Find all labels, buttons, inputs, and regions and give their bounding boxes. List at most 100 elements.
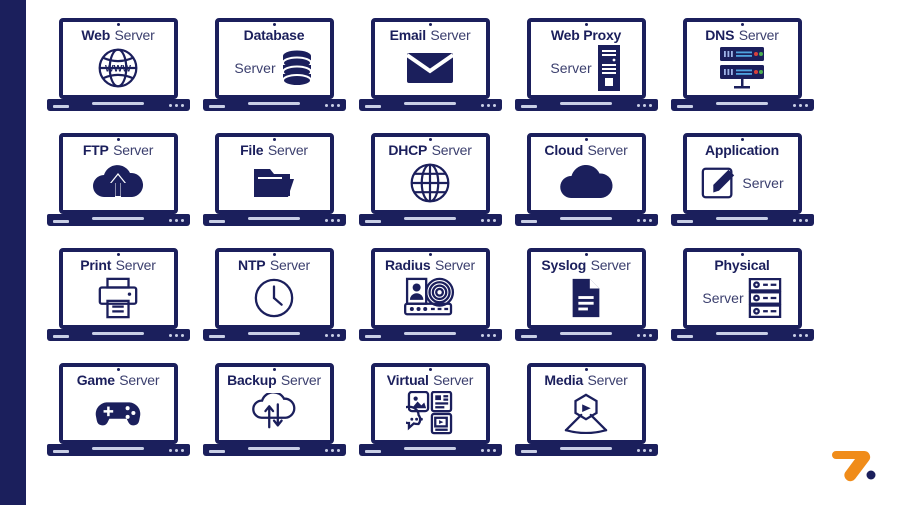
server-tower-icon	[596, 44, 622, 91]
cloud-sync-icon	[225, 390, 324, 436]
laptop-screen: FTP Server	[58, 133, 178, 214]
card-title-plain: Server	[114, 27, 155, 43]
card-title-bold: Physical	[714, 257, 770, 273]
laptop-base	[46, 329, 190, 341]
base-indicator-dots	[636, 219, 652, 222]
card-dhcp-server[interactable]: DHCP Server	[352, 133, 508, 238]
base-left-tab	[520, 335, 537, 338]
card-database-server[interactable]: Database Server	[196, 18, 352, 123]
card-ntp-server[interactable]: NTP Server	[196, 248, 352, 353]
card-title-bold: Syslog	[541, 257, 587, 273]
card-title-bold: NTP	[238, 257, 266, 273]
rack-servers-icon	[693, 45, 792, 91]
base-indicator-dots	[480, 334, 496, 337]
media-tiles-icon	[381, 390, 480, 436]
laptop-base	[46, 214, 190, 226]
laptop-frame: NTP Server	[202, 248, 346, 353]
card-title-bold: Web	[81, 27, 111, 43]
laptop-base	[358, 444, 502, 456]
laptop-base	[514, 99, 658, 111]
card-title: File Server	[240, 143, 308, 160]
card-title-bold: FTP	[82, 142, 109, 158]
card-title-plain: Server	[587, 372, 628, 388]
base-left-tab	[364, 220, 381, 223]
grid-row: FTP Server File Server DHCP Server Cloud…	[40, 133, 860, 248]
laptop-base	[358, 99, 502, 111]
envelope-icon	[381, 45, 480, 91]
card-cloud-server[interactable]: Cloud Server	[508, 133, 664, 238]
trackpad-line	[716, 102, 768, 105]
laptop-base	[358, 329, 502, 341]
printer-icon	[69, 275, 168, 321]
trackpad-line	[248, 332, 300, 335]
laptop-base	[514, 329, 658, 341]
laptop-frame: DNS Server	[670, 18, 814, 123]
card-virtual-server[interactable]: Virtual Server	[352, 363, 508, 468]
laptop-screen: DNS Server	[682, 18, 802, 99]
laptop-base	[46, 444, 190, 456]
laptop-screen: Application Server	[682, 133, 802, 214]
card-title-plain: Server	[267, 142, 308, 158]
laptop-screen: Media Server	[526, 363, 646, 444]
base-indicator-dots	[792, 334, 808, 337]
card-title-plain: Server	[590, 257, 631, 273]
laptop-frame: FTP Server	[46, 133, 190, 238]
trackpad-line	[560, 447, 612, 450]
laptop-base	[202, 329, 346, 341]
card-media-server[interactable]: Media Server	[508, 363, 664, 468]
document-lines-icon	[537, 275, 636, 321]
card-application-server[interactable]: Application Server	[664, 133, 820, 238]
card-dns-server[interactable]: DNS Server	[664, 18, 820, 123]
laptop-frame: Email Server	[358, 18, 502, 123]
card-web-proxy-server[interactable]: Web Proxy Server	[508, 18, 664, 123]
trackpad-line	[404, 447, 456, 450]
card-title-bold: Media	[544, 372, 584, 388]
card-syslog-server[interactable]: Syslog Server	[508, 248, 664, 353]
trackpad-line	[248, 102, 300, 105]
card-web-server[interactable]: Web Server WWW	[40, 18, 196, 123]
brand-logo-7	[830, 445, 878, 483]
globe-www-icon: WWW	[69, 45, 168, 91]
base-indicator-dots	[324, 104, 340, 107]
card-title-plain: Server	[431, 142, 472, 158]
card-title: Game Server	[77, 373, 160, 390]
card-file-server[interactable]: File Server	[196, 133, 352, 238]
laptop-frame: Print Server	[46, 248, 190, 353]
laptop-screen: Game Server	[58, 363, 178, 444]
card-title-plain: Server	[433, 372, 474, 388]
base-left-tab	[208, 450, 225, 453]
laptop-frame: Virtual Server	[358, 363, 502, 468]
base-left-tab	[52, 450, 69, 453]
laptop-frame: Application Server	[670, 133, 814, 238]
card-physical-server[interactable]: Physical Server	[664, 248, 820, 353]
laptop-screen: File Server	[214, 133, 334, 214]
laptop-screen: Backup Server	[214, 363, 334, 444]
card-title-bold: File	[240, 142, 264, 158]
card-title-plain: Server	[434, 257, 475, 273]
card-radius-server[interactable]: Radius Server	[352, 248, 508, 353]
base-indicator-dots	[480, 219, 496, 222]
trackpad-line	[92, 102, 144, 105]
card-title-plain: Server	[269, 257, 310, 273]
card-title-plain: Server	[587, 142, 628, 158]
card-game-server[interactable]: Game Server	[40, 363, 196, 468]
laptop-base	[202, 444, 346, 456]
card-ftp-server[interactable]: FTP Server	[40, 133, 196, 238]
card-title: Application	[705, 143, 779, 160]
card-title: Web Proxy	[551, 28, 622, 45]
base-indicator-dots	[792, 219, 808, 222]
card-backup-server[interactable]: Backup Server	[196, 363, 352, 468]
card-title-plain: Server	[430, 27, 471, 43]
card-print-server[interactable]: Print Server	[40, 248, 196, 353]
card-title-bold: DNS	[705, 27, 735, 43]
card-title-bold: Radius	[385, 257, 431, 273]
card-title-bold: DHCP	[388, 142, 428, 158]
card-title-plain: Server	[742, 174, 784, 191]
base-indicator-dots	[636, 104, 652, 107]
trackpad-line	[404, 332, 456, 335]
card-email-server[interactable]: Email Server	[352, 18, 508, 123]
card-title-plain: Server	[113, 142, 154, 158]
trackpad-line	[404, 102, 456, 105]
trackpad-line	[248, 217, 300, 220]
base-left-tab	[676, 335, 693, 338]
